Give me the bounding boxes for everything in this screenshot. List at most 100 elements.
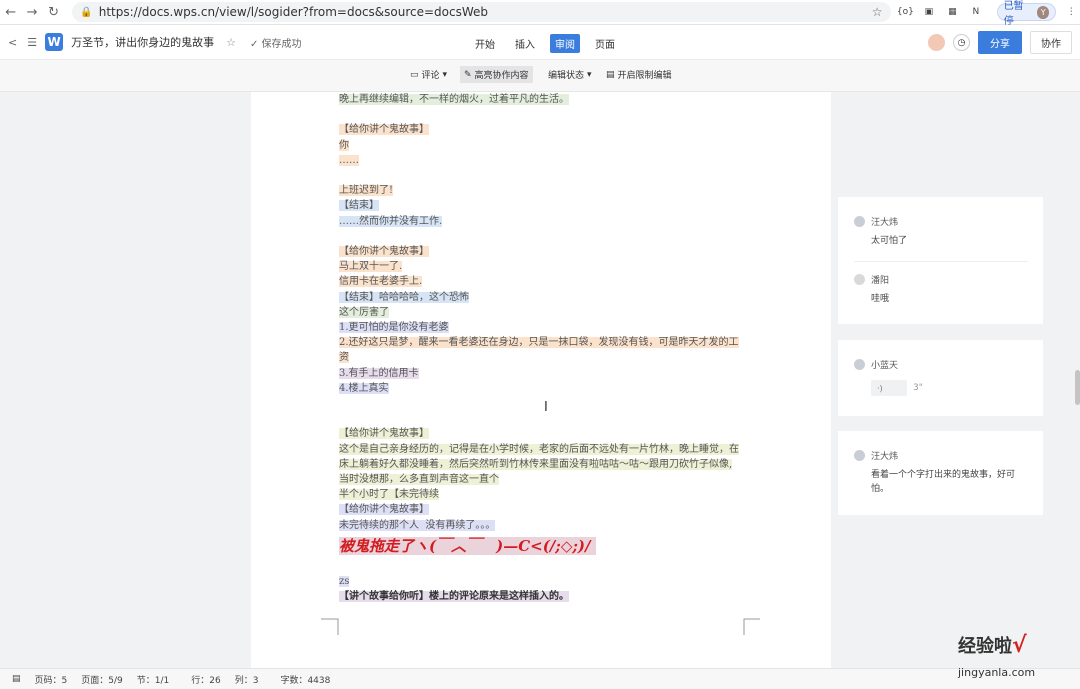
doc-line: 上班迟到了!: [339, 185, 394, 197]
doc-line: 【给你讲个鬼故事】: [339, 504, 429, 516]
tab-page[interactable]: 页面: [590, 34, 620, 53]
comment-card[interactable]: 汪大炜 看着一个个字打出来的鬼故事，好可怕。: [838, 431, 1043, 515]
doc-line: 晚上再继续编辑，不一样的烟火，过着平凡的生活。: [339, 94, 569, 105]
doc-line: 4.楼上真实: [339, 382, 389, 394]
watermark: 经验啦√: [958, 633, 1027, 658]
doc-line: 【结束】: [339, 200, 379, 212]
avatar: Y: [1036, 5, 1050, 19]
notion-icon[interactable]: N: [967, 4, 985, 20]
avatar: [854, 450, 865, 461]
status-page: 页面：5/9: [81, 675, 123, 686]
tab-start[interactable]: 开始: [470, 34, 500, 53]
voice-comment[interactable]: ·) 3": [871, 380, 1027, 396]
doc-line: 信用卡在老婆手上.: [339, 276, 423, 288]
document-content[interactable]: 晚上再继续编辑，不一样的烟火，过着平凡的生活。 【给你讲个鬼故事】你 …… 上班迟…: [339, 92, 759, 605]
comment-text: 看着一个个字打出来的鬼故事，好可怕。: [871, 470, 1016, 494]
comment-user: 小蓝天: [854, 358, 1027, 371]
browser-toolbar: ← → ↻ 🔒 https://docs.wps.cn/view/l/sogid…: [0, 0, 1080, 27]
save-status: ✓ 保存成功: [249, 38, 302, 50]
comment-text: 哇哦: [871, 294, 890, 304]
share-button[interactable]: 分享: [978, 31, 1022, 54]
page-corner-mark: [321, 618, 339, 635]
doc-line: 这个是自己亲身经历的，记得是在小学时候，老家的后面不远处有一片竹林，晚上睡觉，在: [339, 443, 739, 455]
status-page-code: 页码：5: [34, 675, 68, 686]
comment-icon: ▭: [410, 69, 419, 80]
doc-big-line: 被鬼拖走了ヽ(￣︿￣ )—C<(/;◇;)/: [339, 533, 759, 559]
restrict-edit-button[interactable]: ▤ 开启限制编辑: [606, 68, 672, 82]
doc-line: ……: [339, 154, 359, 166]
doc-line: 当时没想那，么多直到声音这一直个: [339, 474, 499, 486]
wps-logo: W: [45, 33, 64, 51]
extension-icon[interactable]: ▦: [944, 4, 962, 20]
doc-line: 未完待续的那个人 没有再续了。。。: [339, 519, 496, 531]
address-bar[interactable]: 🔒 https://docs.wps.cn/view/l/sogider?fro…: [72, 2, 891, 22]
avatar: [854, 216, 865, 227]
avatar[interactable]: [928, 34, 945, 51]
lock-icon: 🔒: [80, 6, 93, 18]
collab-button[interactable]: 协作: [1030, 31, 1072, 54]
doc-line: 【结束】哈哈哈哈，这个恐怖: [339, 291, 469, 303]
comment-user: 汪大炜: [854, 215, 1027, 228]
doc-line: 半个小时了【未完待续: [339, 489, 439, 501]
star-icon[interactable]: ☆: [872, 5, 883, 19]
avatar: [854, 359, 865, 370]
doc-line: 3.有手上的信用卡: [339, 367, 419, 379]
watermark-url: jingyanla.com: [958, 666, 1036, 679]
doc-line: [339, 229, 759, 244]
reload-icon[interactable]: ↻: [43, 1, 64, 23]
more-icon[interactable]: ⋮: [1062, 4, 1080, 20]
doc-line: 床上躺着好久都没睡着，然后突然听到竹林传来里面没有啦咕咕～咕～跟用刀砍竹子似像,: [339, 458, 733, 470]
app-header: < ☰ W 万圣节，讲出你身边的鬼故事 ☆ ✓ 保存成功 开始 插入 审阅 页面…: [0, 25, 1080, 60]
audio-duration: 3": [913, 383, 923, 393]
doc-line: 1.更可怕的是你没有老婆: [339, 322, 449, 334]
star-icon[interactable]: ☆: [226, 36, 236, 49]
comment-card[interactable]: 汪大炜 太可怕了 潘阳 哇哦: [838, 197, 1043, 324]
comment-card[interactable]: 小蓝天 ·) 3": [838, 340, 1043, 416]
lock-edit-icon: ▤: [606, 69, 615, 80]
doc-line: 马上双十一了.: [339, 261, 403, 273]
menu-icon[interactable]: ☰: [27, 36, 37, 49]
history-icon[interactable]: ◷: [953, 34, 970, 51]
doc-line: 这个厉害了: [339, 306, 389, 318]
doc-line: 2.还好这只是梦，醒来一看老婆还在身边，只是一抹口袋，发现没有钱，可是昨天才发的…: [339, 337, 739, 349]
document-page[interactable]: 晚上再继续编辑，不一样的烟火，过着平凡的生活。 【给你讲个鬼故事】你 …… 上班迟…: [251, 92, 831, 668]
edit-status-button[interactable]: 编辑状态 ▾: [548, 68, 592, 82]
extension-icon[interactable]: {o}: [897, 4, 915, 20]
comment-button[interactable]: ▭ 评论 ▾: [410, 68, 448, 82]
divider: [854, 261, 1028, 262]
forward-icon[interactable]: →: [21, 1, 42, 23]
review-toolbar: ▭ 评论 ▾ ✎ 高亮协作内容 编辑状态 ▾ ▤ 开启限制编辑: [0, 60, 1080, 92]
doc-line: 你: [339, 139, 349, 151]
doc-line: 【讲个故事给你听】楼上的评论原来是这样插入的。: [339, 591, 569, 603]
profile-paused-badge[interactable]: 已暂停 Y: [996, 1, 1057, 27]
scrollbar-thumb[interactable]: [1075, 370, 1080, 405]
doc-line: 【给你讲个鬼故事】: [339, 246, 429, 258]
highlight-collab-button[interactable]: ✎ 高亮协作内容: [460, 66, 533, 83]
status-section: 节：1/1: [136, 675, 170, 686]
text-cursor-icon: I: [544, 400, 548, 415]
comment-user: 潘阳: [854, 273, 1027, 286]
main-menu: 开始 插入 审阅 页面: [470, 34, 620, 53]
doc-line: [339, 396, 759, 411]
avatar: [854, 274, 865, 285]
comment-user: 汪大炜: [854, 449, 1027, 462]
doc-title[interactable]: 万圣节，讲出你身边的鬼故事: [71, 34, 214, 50]
tab-insert[interactable]: 插入: [510, 34, 540, 53]
doc-line: [339, 559, 759, 574]
status-bar: ▤ 页码：5 页面：5/9 节：1/1 行：26 列：3 字数：4438: [0, 668, 1080, 689]
comment-text: 太可怕了: [871, 236, 908, 246]
doc-line: [339, 411, 759, 426]
doc-line: 资: [339, 352, 349, 364]
extension-icon[interactable]: ▣: [920, 4, 938, 20]
tab-review[interactable]: 审阅: [550, 34, 580, 53]
doc-line: ……然而你并没有工作.: [339, 215, 443, 227]
status-col: 列：3: [234, 675, 259, 686]
chevron-down-icon: ▾: [442, 69, 448, 80]
back-chevron-icon[interactable]: <: [8, 36, 17, 49]
audio-play-icon[interactable]: ·): [871, 380, 907, 396]
header-actions: ◷ 分享 协作: [928, 31, 1072, 54]
back-icon[interactable]: ←: [0, 1, 21, 23]
status-words: 字数：4438: [280, 675, 331, 686]
pen-icon: ✎: [464, 69, 472, 80]
doc-outline-icon[interactable]: ▤: [12, 674, 21, 684]
